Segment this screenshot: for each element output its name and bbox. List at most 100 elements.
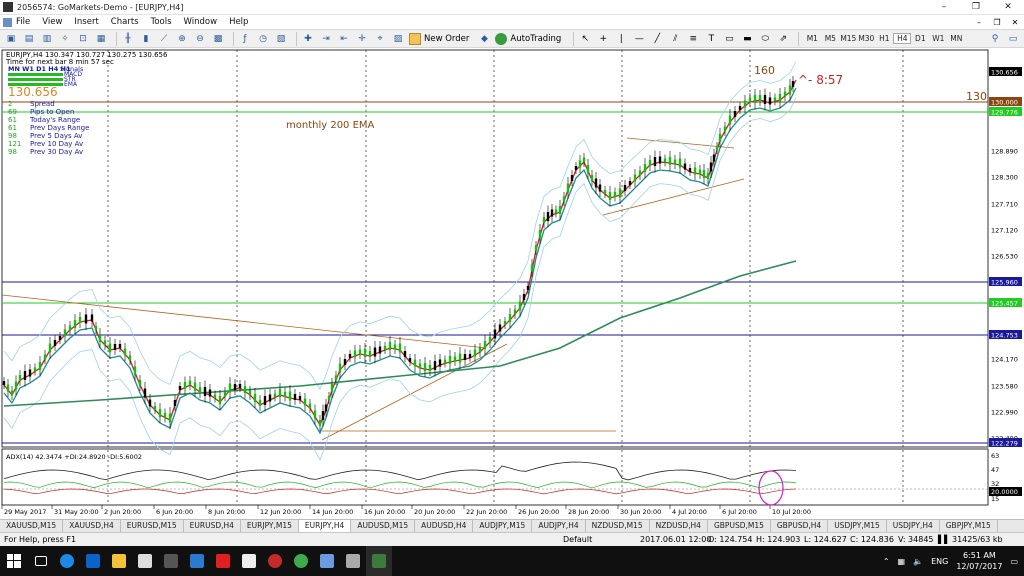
calculator-icon[interactable] <box>158 546 184 576</box>
timeframe-m15[interactable]: M15 <box>839 34 857 43</box>
ellipse-tool-icon[interactable]: ⬭ <box>758 32 772 46</box>
timeframe-mn[interactable]: MN <box>947 34 965 43</box>
timeframe-d1[interactable]: D1 <box>911 34 929 43</box>
crosshair-icon[interactable]: ✛ <box>355 32 369 46</box>
tile-icon[interactable]: ▩ <box>211 32 225 46</box>
new-chart-icon[interactable]: ▣ <box>4 32 18 46</box>
chart-tab[interactable]: GBPJPY,M15 <box>940 520 998 532</box>
autotrading-button[interactable]: AutoTrading <box>495 32 561 45</box>
cursor-icon[interactable]: ↖ <box>578 32 592 46</box>
timeframe-h4[interactable]: H4 <box>893 33 912 44</box>
windows-start-icon[interactable] <box>0 546 28 576</box>
mdi-restore-button[interactable]: ❐ <box>988 18 1006 27</box>
menu-tools[interactable]: Tools <box>151 17 172 27</box>
new-order-button[interactable]: New Order <box>409 32 469 45</box>
rectangle-tool-icon[interactable]: ▬ <box>740 32 754 46</box>
navigator-icon[interactable]: ✧ <box>58 32 72 46</box>
menu-window[interactable]: Window <box>184 17 218 27</box>
media-icon[interactable] <box>236 546 262 576</box>
chart-tab[interactable]: EURUSD,M15 <box>121 520 184 532</box>
chart-tab[interactable]: EURJPY,M15 <box>241 520 299 532</box>
zoom-out-icon[interactable]: ⊖ <box>193 32 207 46</box>
menu-charts[interactable]: Charts <box>111 17 139 27</box>
close-button[interactable]: ✕ <box>992 0 1024 15</box>
vertical-line-icon[interactable]: | <box>614 32 628 46</box>
mdi-close-button[interactable]: ✕ <box>1006 18 1024 27</box>
edge-icon[interactable] <box>54 546 80 576</box>
notifications-icon[interactable]: ▭ <box>1010 557 1018 566</box>
text-tool-icon[interactable]: T <box>704 32 718 46</box>
terminal-icon[interactable]: ▦ <box>94 32 108 46</box>
timeframe-m1[interactable]: M1 <box>803 34 821 43</box>
data-window-icon[interactable]: ⊡ <box>76 32 90 46</box>
menu-file[interactable]: File <box>16 17 30 27</box>
chrome-icon[interactable] <box>288 546 314 576</box>
clock[interactable]: 6:51 AM 12/07/2017 <box>956 550 1002 572</box>
menu-view[interactable]: View <box>42 17 62 27</box>
tray-volume-icon[interactable]: 🔈 <box>913 557 923 566</box>
chart-tab[interactable]: EURUSD,H4 <box>184 520 241 532</box>
fibo-icon[interactable]: ≡ <box>686 32 700 46</box>
profiles-icon[interactable]: ▤ <box>22 32 36 46</box>
chart-tab[interactable]: USDJPY,M15 <box>828 520 887 532</box>
bar-chart-icon[interactable]: ╫ <box>121 32 135 46</box>
zoom-in-icon[interactable]: ⊕ <box>175 32 189 46</box>
chart-tab[interactable]: XAUUSD,M15 <box>0 520 64 532</box>
search-icon[interactable]: ⚲ <box>988 32 1002 46</box>
timeframe-m5[interactable]: M5 <box>821 34 839 43</box>
chart-tab[interactable]: GBPUSD,M15 <box>708 520 771 532</box>
chart-canvas[interactable]: EURJPY,H4 130.347 130.727 130.275 130.65… <box>0 48 1024 519</box>
timeframe-w1[interactable]: W1 <box>929 34 947 43</box>
kaspersky-icon[interactable] <box>210 546 236 576</box>
cross-tool-icon[interactable]: + <box>596 32 610 46</box>
chart-tab[interactable]: XAUUSD,H4 <box>63 520 121 532</box>
chat-icon[interactable]: ▭ <box>1006 32 1020 46</box>
menu-help[interactable]: Help <box>229 17 248 27</box>
expert-icon[interactable]: ✚ <box>301 32 315 46</box>
templates-icon[interactable]: ▧ <box>274 32 288 46</box>
chart-tab[interactable]: EURJPY,H4 <box>298 520 352 532</box>
scroll-icon[interactable]: ⇥ <box>319 32 333 46</box>
candlestick-icon[interactable]: ▮ <box>139 32 153 46</box>
outlook-icon[interactable] <box>80 546 106 576</box>
timeframe-m30[interactable]: M30 <box>857 34 875 43</box>
keyboard-language[interactable]: ENG <box>931 557 948 566</box>
trendline-icon[interactable]: ╱ <box>650 32 664 46</box>
store-icon[interactable] <box>132 546 158 576</box>
period-icon[interactable]: ◷ <box>256 32 270 46</box>
mail-icon[interactable] <box>340 546 366 576</box>
channel-icon[interactable]: ⫽ <box>668 32 682 46</box>
chart-tab[interactable]: NZDUSD,M15 <box>586 520 650 532</box>
chart-tab[interactable]: NZDUSD,H4 <box>650 520 708 532</box>
chart-tab[interactable]: AUDUSD,M15 <box>351 520 416 532</box>
maximize-button[interactable]: ❐ <box>960 0 992 15</box>
chart-tab[interactable]: AUDJPY,H4 <box>532 520 586 532</box>
mdi-minimize-button[interactable]: – <box>970 18 988 27</box>
indicators-icon[interactable]: ƒ <box>238 32 252 46</box>
arrow-tool-icon[interactable]: ⇗ <box>776 32 790 46</box>
timeframe-h1[interactable]: H1 <box>875 34 893 43</box>
market-watch-icon[interactable]: ▥ <box>40 32 54 46</box>
security-icon[interactable] <box>184 546 210 576</box>
chart-tab[interactable]: USDJPY,H4 <box>887 520 940 532</box>
chart-tab[interactable]: AUDUSD,H4 <box>415 520 474 532</box>
chart-tab[interactable]: AUDJPY,M15 <box>473 520 533 532</box>
chart-tab[interactable]: GBPUSD,H4 <box>771 520 829 532</box>
task-view-icon[interactable] <box>28 546 54 576</box>
metaeditor-icon[interactable]: ◆ <box>477 32 491 46</box>
file-explorer-icon[interactable] <box>106 546 132 576</box>
minimize-button[interactable]: – <box>928 0 960 15</box>
label-tool-icon[interactable]: ▭ <box>722 32 736 46</box>
chart-window[interactable]: EURJPY,H4 130.347 130.727 130.275 130.65… <box>0 48 1024 519</box>
horizontal-line-icon[interactable]: — <box>632 32 646 46</box>
pointer-tool-icon[interactable]: ⌖ <box>373 32 387 46</box>
period-sep-icon[interactable]: ▨ <box>391 32 405 46</box>
shift-icon[interactable]: ⇤ <box>337 32 351 46</box>
tray-network-icon[interactable]: ▦ <box>898 557 906 566</box>
tray-chevron-icon[interactable]: ⌃ <box>883 557 890 566</box>
line-chart-icon[interactable]: ⟋ <box>157 32 171 46</box>
trading-app-icon[interactable] <box>262 546 288 576</box>
menu-insert[interactable]: Insert <box>74 17 98 27</box>
paint-icon[interactable] <box>314 546 340 576</box>
metatrader-icon[interactable] <box>366 546 392 576</box>
